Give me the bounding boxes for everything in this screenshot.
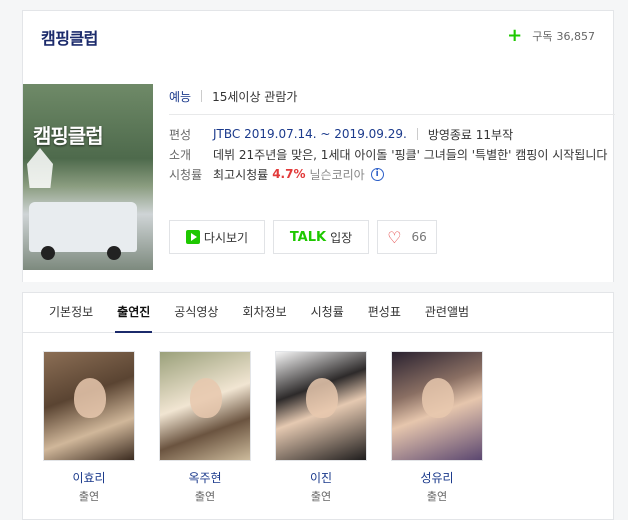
cast-member[interactable]: 옥주현 출연	[159, 351, 251, 504]
summary-label: 소개	[169, 147, 192, 162]
page-title[interactable]: 캠핑클럽	[41, 25, 98, 49]
cast-name[interactable]: 이진	[275, 469, 367, 486]
avatar[interactable]	[43, 351, 135, 461]
poster-image[interactable]: 캠핑클럽	[23, 84, 153, 270]
like-count: 66	[411, 230, 427, 244]
viewership-prefix: 최고시청률	[213, 167, 269, 182]
avatar[interactable]	[159, 351, 251, 461]
age-rating: 15세이상 관람가	[212, 89, 298, 104]
action-buttons: 다시보기 TALK 입장 ♡ 66	[169, 220, 437, 254]
schedule-value[interactable]: JTBC 2019.07.14. ~ 2019.09.29.	[213, 127, 407, 141]
replay-button[interactable]: 다시보기	[169, 220, 265, 254]
broadcast-status: 방영종료 11부작	[427, 127, 514, 142]
viewership-row: 시청률 최고시청률 4.7% 닐슨코리아 i	[169, 164, 615, 184]
face-shape	[306, 378, 338, 418]
subscriber-count: 36,857	[556, 29, 596, 43]
program-info-card: 캠핑클럽 예능 15세이상 관람가 편성 JTBC 2019.07.14. ~ …	[22, 60, 615, 282]
cast-section: 기본정보 출연진 공식영상 회차정보 시청률 편성표 관련앨범 이효리 출연 옥…	[22, 292, 614, 520]
schedule-label: 편성	[169, 127, 192, 142]
heart-icon: ♡	[387, 227, 402, 247]
avatar[interactable]	[391, 351, 483, 461]
genre-row: 예능 15세이상 관람가	[169, 86, 615, 106]
cast-name[interactable]: 성유리	[391, 469, 483, 486]
header-bar: 캠핑클럽 + 구독 36,857	[22, 10, 614, 60]
plus-icon: +	[507, 25, 523, 46]
talk-icon: TALK	[289, 229, 327, 245]
cast-role: 출연	[78, 490, 100, 503]
cast-member[interactable]: 이진 출연	[275, 351, 367, 504]
avatar[interactable]	[275, 351, 367, 461]
tab-basic-info[interactable]: 기본정보	[37, 293, 105, 332]
program-meta: 예능 15세이상 관람가 편성 JTBC 2019.07.14. ~ 2019.…	[169, 86, 615, 184]
tab-official-video[interactable]: 공식영상	[162, 293, 230, 332]
tab-episodes[interactable]: 회차정보	[230, 293, 298, 332]
divider	[201, 90, 203, 102]
like-button[interactable]: ♡ 66	[377, 220, 437, 254]
genre-link[interactable]: 예능	[169, 88, 191, 105]
face-shape	[74, 378, 106, 418]
tab-schedule[interactable]: 편성표	[356, 293, 413, 332]
cast-role: 출연	[426, 490, 448, 503]
cast-member[interactable]: 성유리 출연	[391, 351, 483, 504]
face-shape	[422, 378, 454, 418]
subscribe-button[interactable]: + 구독 36,857	[507, 25, 596, 46]
info-icon[interactable]: i	[370, 167, 384, 181]
tab-albums[interactable]: 관련앨범	[413, 293, 481, 332]
talk-button[interactable]: TALK 입장	[273, 220, 369, 254]
cast-role: 출연	[310, 490, 332, 503]
viewership-source: 닐슨코리아	[309, 167, 365, 182]
tab-bar: 기본정보 출연진 공식영상 회차정보 시청률 편성표 관련앨범	[23, 293, 613, 333]
viewership-value: 4.7%	[272, 167, 306, 181]
tab-cast[interactable]: 출연진	[105, 293, 162, 333]
play-icon	[185, 230, 200, 244]
cast-list: 이효리 출연 옥주현 출연 이진 출연 성유리 출연	[23, 333, 613, 504]
cast-name[interactable]: 옥주현	[159, 469, 251, 486]
poster-title-text: 캠핑클럽	[33, 124, 104, 148]
replay-label: 다시보기	[203, 230, 249, 245]
viewership-label: 시청률	[169, 167, 203, 182]
cast-member[interactable]: 이효리 출연	[43, 351, 135, 504]
poster-wheel	[107, 246, 121, 260]
tab-ratings[interactable]: 시청률	[299, 293, 356, 332]
poster-treehouse	[27, 148, 53, 188]
face-shape	[190, 378, 222, 418]
summary-text: 데뷔 21주년을 맞은, 1세대 아이돌 '핑클' 그녀들의 '특별한' 캠핑이…	[213, 147, 608, 162]
poster-van	[29, 202, 137, 252]
schedule-row: 편성 JTBC 2019.07.14. ~ 2019.09.29. 방영종료 1…	[169, 124, 615, 144]
talk-label: 입장	[330, 230, 353, 245]
cast-role: 출연	[194, 490, 216, 503]
divider	[169, 114, 615, 115]
summary-row: 소개 데뷔 21주년을 맞은, 1세대 아이돌 '핑클' 그녀들의 '특별한' …	[169, 144, 615, 164]
poster-wheel	[41, 246, 55, 260]
cast-name[interactable]: 이효리	[43, 469, 135, 486]
subscribe-label: 구독	[532, 30, 553, 43]
divider	[416, 128, 418, 140]
